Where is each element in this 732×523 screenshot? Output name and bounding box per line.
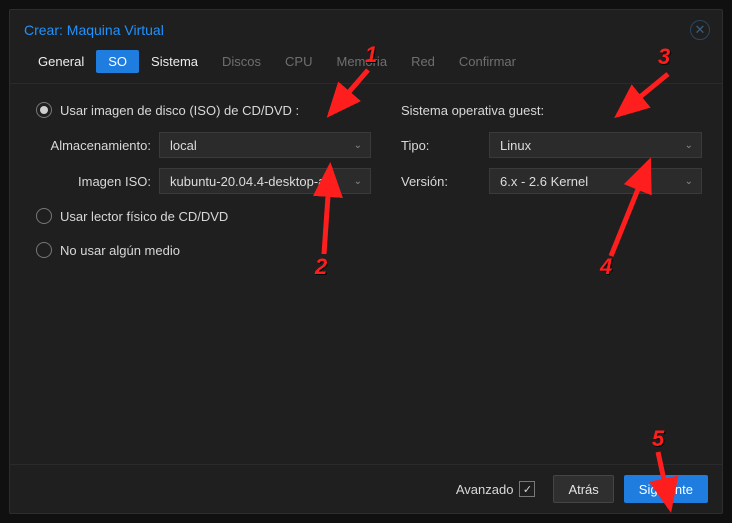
type-value: Linux — [500, 138, 531, 153]
version-select[interactable]: 6.x - 2.6 Kernel ⌄ — [489, 168, 702, 194]
radio-use-none[interactable] — [36, 242, 52, 258]
storage-label: Almacenamiento: — [36, 138, 159, 153]
version-label: Versión: — [401, 174, 489, 189]
back-button[interactable]: Atrás — [553, 475, 613, 503]
dialog-footer: Avanzado ✓ Atrás Siguiente — [10, 464, 722, 513]
radio-use-physical-label: Usar lector físico de CD/DVD — [60, 209, 228, 224]
close-icon[interactable]: ✕ — [690, 20, 710, 40]
tab-discos: Discos — [210, 50, 273, 73]
guest-os-title: Sistema operativa guest: — [401, 103, 544, 118]
radio-use-iso-row[interactable]: Usar imagen de disco (ISO) de CD/DVD : — [36, 98, 371, 122]
back-button-label: Atrás — [568, 482, 598, 497]
radio-use-none-row[interactable]: No usar algún medio — [36, 238, 371, 262]
tab-cpu: CPU — [273, 50, 324, 73]
radio-use-physical-row[interactable]: Usar lector físico de CD/DVD — [36, 204, 371, 228]
iso-select[interactable]: kubuntu-20.04.4-desktop-amd64 ⌄ — [159, 168, 371, 194]
storage-select[interactable]: local ⌄ — [159, 132, 371, 158]
radio-use-none-label: No usar algún medio — [60, 243, 180, 258]
iso-value: kubuntu-20.04.4-desktop-amd64 — [170, 174, 348, 189]
tab-sistema[interactable]: Sistema — [139, 50, 210, 73]
next-button-label: Siguiente — [639, 482, 693, 497]
type-select[interactable]: Linux ⌄ — [489, 132, 702, 158]
iso-label: Imagen ISO: — [36, 174, 159, 189]
wizard-tabs: General SO Sistema Discos CPU Memoria Re… — [10, 48, 722, 84]
chevron-down-icon: ⌄ — [685, 140, 693, 151]
chevron-down-icon: ⌄ — [354, 176, 362, 187]
tab-memoria: Memoria — [324, 50, 399, 73]
tab-red: Red — [399, 50, 447, 73]
chevron-down-icon: ⌄ — [685, 176, 693, 187]
type-label: Tipo: — [401, 138, 489, 153]
dialog-titlebar: Crear: Maquina Virtual ✕ — [10, 10, 722, 48]
create-vm-dialog: Crear: Maquina Virtual ✕ General SO Sist… — [9, 9, 723, 514]
next-button[interactable]: Siguiente — [624, 475, 708, 503]
radio-use-iso-label: Usar imagen de disco (ISO) de CD/DVD : — [60, 103, 299, 118]
advanced-label: Avanzado — [456, 482, 514, 497]
radio-use-iso[interactable] — [36, 102, 52, 118]
advanced-checkbox[interactable]: ✓ — [519, 481, 535, 497]
tab-general[interactable]: General — [26, 50, 96, 73]
tab-so[interactable]: SO — [96, 50, 139, 73]
advanced-toggle[interactable]: Avanzado ✓ — [456, 481, 536, 497]
radio-use-physical[interactable] — [36, 208, 52, 224]
chevron-down-icon: ⌄ — [354, 140, 362, 151]
dialog-title: Crear: Maquina Virtual — [24, 22, 164, 38]
guest-os-column: Sistema operativa guest: Tipo: Linux ⌄ V… — [401, 98, 702, 464]
storage-value: local — [170, 138, 197, 153]
media-column: Usar imagen de disco (ISO) de CD/DVD : A… — [36, 98, 371, 464]
tab-confirmar: Confirmar — [447, 50, 528, 73]
version-value: 6.x - 2.6 Kernel — [500, 174, 588, 189]
